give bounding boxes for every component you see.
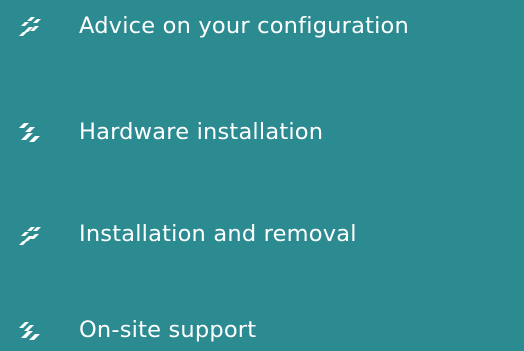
list-item-label: On-site support (79, 317, 257, 343)
list-item-onsite-support[interactable]: On-site support (15, 310, 256, 350)
list-item-advice[interactable]: Advice on your configuration (15, 6, 409, 46)
list-item-label: Installation and removal (79, 221, 357, 247)
list-item-installation-removal[interactable]: Installation and removal (15, 214, 357, 254)
list-item-label: Hardware installation (79, 119, 324, 145)
list-item-hardware-installation[interactable]: Hardware installation (15, 112, 323, 152)
slashes-icon (15, 118, 43, 146)
slashes-icon (15, 316, 43, 344)
services-list: Advice on your configuration Hardware in… (0, 0, 524, 351)
stacked-bars-icon (15, 220, 43, 248)
stacked-bars-icon (15, 12, 43, 40)
list-item-label: Advice on your configuration (79, 13, 409, 39)
